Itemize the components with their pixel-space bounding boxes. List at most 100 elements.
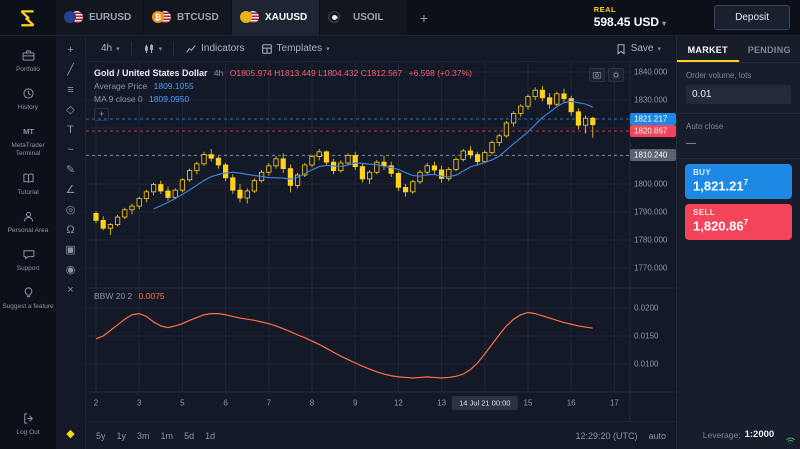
candle xyxy=(231,178,235,190)
candle xyxy=(461,151,465,159)
timeframe-selector[interactable]: 4h ▾ xyxy=(94,40,127,57)
save-layout-button[interactable]: Save ▾ xyxy=(608,40,668,58)
candle xyxy=(360,167,364,179)
candle xyxy=(202,155,206,164)
candle xyxy=(540,90,544,98)
candle xyxy=(151,185,155,192)
time-axis-label: 15 xyxy=(524,399,533,408)
eurusd-flags-icon xyxy=(64,11,83,24)
sidebar-item-tutorial[interactable]: Tutorial xyxy=(0,165,56,203)
topbar-right: REAL 598.45 USD▾ Deposit xyxy=(594,0,800,35)
bbw-value: 0.0075 xyxy=(139,291,165,301)
crosshair-icon[interactable]: + xyxy=(60,40,82,59)
candle xyxy=(490,143,494,153)
candle xyxy=(375,162,379,172)
deposit-button[interactable]: Deposit xyxy=(714,5,790,30)
candle xyxy=(411,182,415,192)
screenshot-button[interactable] xyxy=(589,68,605,82)
lock-drawings-icon[interactable]: ▣ xyxy=(60,240,82,259)
btcusd-flags-icon: ₿ xyxy=(152,11,171,24)
tab-pending[interactable]: PENDING xyxy=(739,36,800,62)
candle xyxy=(432,166,436,170)
range-3m-button[interactable]: 3m xyxy=(137,431,150,441)
candle xyxy=(483,153,487,162)
symbol-tab-xauusd[interactable]: XAUUSD xyxy=(232,0,320,35)
xauusd-flags-icon xyxy=(240,11,259,24)
sidebar-item-portfolio[interactable]: Portfolio xyxy=(0,42,56,80)
candle xyxy=(195,164,199,171)
candle xyxy=(159,185,163,191)
volume-input[interactable]: 0.01 xyxy=(686,85,791,104)
indicators-icon xyxy=(185,43,197,55)
buy-button[interactable]: BUY 1,821.217 xyxy=(685,164,792,199)
shapes-icon[interactable]: ◇ xyxy=(60,100,82,119)
price-chart[interactable]: 1840.0001830.0001800.0001790.0001780.000… xyxy=(86,62,676,421)
candle xyxy=(418,172,422,182)
trendline-icon[interactable]: ╱ xyxy=(60,60,82,79)
symbol-tab-eurusd[interactable]: EURUSD xyxy=(56,0,144,35)
zoom-icon[interactable]: ◎ xyxy=(60,200,82,219)
account-balance: 598.45 USD▾ xyxy=(594,15,666,30)
sidebar-item-suggest-feature[interactable]: Suggest a feature xyxy=(0,279,56,317)
range-5d-button[interactable]: 5d xyxy=(184,431,194,441)
sell-button[interactable]: SELL 1,820.867 xyxy=(685,204,792,239)
volume-label: Order volume, lots xyxy=(686,71,791,80)
candle xyxy=(166,191,170,197)
sidebar-item-history[interactable]: History xyxy=(0,80,56,118)
time-axis-label: 6 xyxy=(223,399,228,408)
watchlist-icon[interactable]: ◆ xyxy=(60,424,82,443)
tab-market[interactable]: MARKET xyxy=(677,36,739,62)
range-1m-button[interactable]: 1m xyxy=(161,431,174,441)
fib-retracement-icon[interactable]: ≡ xyxy=(60,80,82,99)
chevron-down-icon: ▾ xyxy=(657,45,661,53)
magnet-icon[interactable]: Ω xyxy=(60,220,82,239)
leverage-label: Leverage: xyxy=(703,430,741,440)
auto-close-value[interactable]: — xyxy=(686,136,791,149)
order-type-tabs: MARKET PENDING xyxy=(677,36,800,63)
candle xyxy=(310,157,314,165)
sidebar-item-metatrader[interactable]: MT MetaTrader Terminal xyxy=(0,118,56,164)
chevron-down-icon: ▾ xyxy=(159,45,163,53)
order-panel: MARKET PENDING Order volume, lots 0.01 A… xyxy=(676,36,800,449)
scale-mode-toggle[interactable]: auto xyxy=(648,431,666,441)
symbol-tab-btcusd[interactable]: ₿ BTCUSD xyxy=(144,0,232,35)
symbol-tab-usoil[interactable]: USOIL xyxy=(320,0,408,35)
chart-bottombar: 5y 1y 3m 1m 5d 1d 12:29:20 (UTC) auto xyxy=(86,421,676,449)
range-1y-button[interactable]: 1y xyxy=(117,431,127,441)
brush-icon[interactable]: ✎ xyxy=(60,160,82,179)
candle xyxy=(511,113,515,123)
measure-icon[interactable]: ∠ xyxy=(60,180,82,199)
sidebar-item-personal-area[interactable]: Personal Area xyxy=(0,203,56,241)
trading-terminal: EURUSD ₿ BTCUSD XAUUSD USOIL + REAL 598.… xyxy=(0,0,800,449)
leverage-row: Leverage: 1:2000 xyxy=(677,420,800,449)
pattern-icon[interactable]: ~ xyxy=(60,140,82,159)
add-symbol-tab-button[interactable]: + xyxy=(408,0,440,35)
time-axis-label: 9 xyxy=(353,399,358,408)
sidebar-item-logout[interactable]: Log Out xyxy=(0,405,56,443)
candle xyxy=(317,152,321,157)
account-selector[interactable]: REAL 598.45 USD▾ xyxy=(594,5,666,29)
indicators-button[interactable]: Indicators xyxy=(178,40,251,58)
chart-style-selector[interactable]: ▾ xyxy=(136,40,170,58)
candle xyxy=(130,206,134,210)
range-1d-button[interactable]: 1d xyxy=(205,431,215,441)
drawing-toolstrip: + ╱ ≡ ◇ T ~ ✎ ∠ ◎ Ω ▣ ◉ × ◆ xyxy=(56,36,86,449)
remove-drawings-icon[interactable]: × xyxy=(60,280,82,299)
chart-settings-button[interactable] xyxy=(608,68,624,82)
time-axis-label: 12 xyxy=(394,399,403,408)
utc-clock[interactable]: 12:29:20 (UTC) xyxy=(575,431,637,441)
add-indicator-button[interactable]: + xyxy=(94,108,109,121)
hide-drawings-icon[interactable]: ◉ xyxy=(60,260,82,279)
text-tool-icon[interactable]: T xyxy=(60,120,82,139)
templates-button[interactable]: Templates ▾ xyxy=(254,40,337,58)
candle xyxy=(403,187,407,191)
account-type-badge: REAL xyxy=(594,5,616,14)
connection-signal-icon xyxy=(785,433,796,446)
candle xyxy=(425,166,429,172)
range-5y-button[interactable]: 5y xyxy=(96,431,106,441)
indicator-scale-label: 0.0100 xyxy=(634,360,659,369)
tab-label: USOIL xyxy=(353,12,384,23)
sidebar-item-support[interactable]: Support xyxy=(0,241,56,279)
auto-close-section: Auto close — xyxy=(677,114,800,159)
chart-area[interactable]: 1840.0001830.0001800.0001790.0001780.000… xyxy=(86,62,676,421)
